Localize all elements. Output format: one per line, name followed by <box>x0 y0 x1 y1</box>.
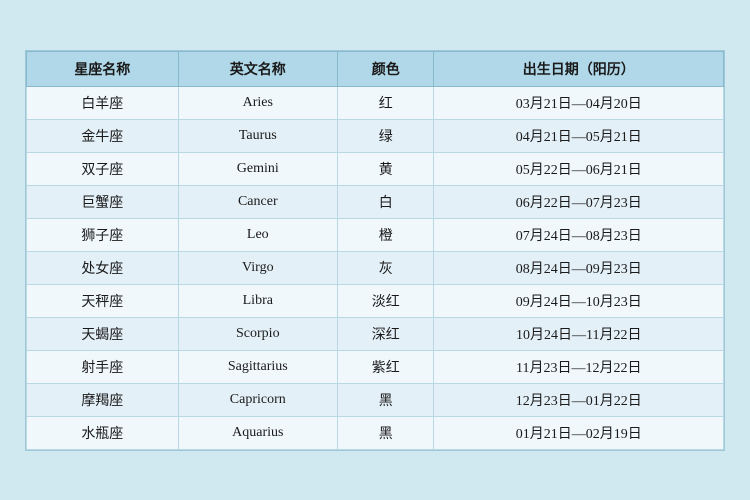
cell-dates: 11月23日—12月22日 <box>434 350 724 383</box>
cell-color: 白 <box>337 185 434 218</box>
cell-english: Libra <box>178 284 337 317</box>
cell-chinese: 白羊座 <box>27 86 179 119</box>
cell-dates: 06月22日—07月23日 <box>434 185 724 218</box>
cell-color: 黄 <box>337 152 434 185</box>
table-row: 摩羯座Capricorn黑12月23日—01月22日 <box>27 383 724 416</box>
table-row: 射手座Sagittarius紫红11月23日—12月22日 <box>27 350 724 383</box>
cell-dates: 03月21日—04月20日 <box>434 86 724 119</box>
cell-chinese: 天蝎座 <box>27 317 179 350</box>
cell-dates: 01月21日—02月19日 <box>434 416 724 449</box>
cell-english: Scorpio <box>178 317 337 350</box>
table-row: 巨蟹座Cancer白06月22日—07月23日 <box>27 185 724 218</box>
cell-color: 淡红 <box>337 284 434 317</box>
table-row: 处女座Virgo灰08月24日—09月23日 <box>27 251 724 284</box>
cell-english: Taurus <box>178 119 337 152</box>
cell-chinese: 巨蟹座 <box>27 185 179 218</box>
cell-color: 深红 <box>337 317 434 350</box>
cell-chinese: 天秤座 <box>27 284 179 317</box>
col-header-color: 颜色 <box>337 51 434 86</box>
zodiac-table-container: 星座名称 英文名称 颜色 出生日期（阳历） 白羊座Aries红03月21日—04… <box>25 50 725 451</box>
cell-color: 橙 <box>337 218 434 251</box>
cell-english: Leo <box>178 218 337 251</box>
cell-chinese: 金牛座 <box>27 119 179 152</box>
cell-color: 黑 <box>337 383 434 416</box>
col-header-chinese: 星座名称 <box>27 51 179 86</box>
cell-color: 灰 <box>337 251 434 284</box>
cell-english: Gemini <box>178 152 337 185</box>
cell-dates: 04月21日—05月21日 <box>434 119 724 152</box>
cell-chinese: 处女座 <box>27 251 179 284</box>
table-header-row: 星座名称 英文名称 颜色 出生日期（阳历） <box>27 51 724 86</box>
cell-dates: 09月24日—10月23日 <box>434 284 724 317</box>
col-header-english: 英文名称 <box>178 51 337 86</box>
cell-dates: 05月22日—06月21日 <box>434 152 724 185</box>
cell-english: Aquarius <box>178 416 337 449</box>
cell-english: Capricorn <box>178 383 337 416</box>
table-row: 狮子座Leo橙07月24日—08月23日 <box>27 218 724 251</box>
cell-chinese: 射手座 <box>27 350 179 383</box>
cell-dates: 12月23日—01月22日 <box>434 383 724 416</box>
cell-english: Virgo <box>178 251 337 284</box>
zodiac-table: 星座名称 英文名称 颜色 出生日期（阳历） 白羊座Aries红03月21日—04… <box>26 51 724 450</box>
table-row: 水瓶座Aquarius黑01月21日—02月19日 <box>27 416 724 449</box>
table-row: 双子座Gemini黄05月22日—06月21日 <box>27 152 724 185</box>
table-row: 白羊座Aries红03月21日—04月20日 <box>27 86 724 119</box>
cell-chinese: 水瓶座 <box>27 416 179 449</box>
cell-english: Sagittarius <box>178 350 337 383</box>
cell-color: 绿 <box>337 119 434 152</box>
cell-dates: 08月24日—09月23日 <box>434 251 724 284</box>
cell-dates: 07月24日—08月23日 <box>434 218 724 251</box>
cell-chinese: 狮子座 <box>27 218 179 251</box>
table-row: 天秤座Libra淡红09月24日—10月23日 <box>27 284 724 317</box>
cell-dates: 10月24日—11月22日 <box>434 317 724 350</box>
col-header-dates: 出生日期（阳历） <box>434 51 724 86</box>
cell-chinese: 双子座 <box>27 152 179 185</box>
cell-color: 紫红 <box>337 350 434 383</box>
table-row: 金牛座Taurus绿04月21日—05月21日 <box>27 119 724 152</box>
cell-chinese: 摩羯座 <box>27 383 179 416</box>
cell-english: Cancer <box>178 185 337 218</box>
cell-color: 黑 <box>337 416 434 449</box>
cell-color: 红 <box>337 86 434 119</box>
cell-english: Aries <box>178 86 337 119</box>
table-row: 天蝎座Scorpio深红10月24日—11月22日 <box>27 317 724 350</box>
